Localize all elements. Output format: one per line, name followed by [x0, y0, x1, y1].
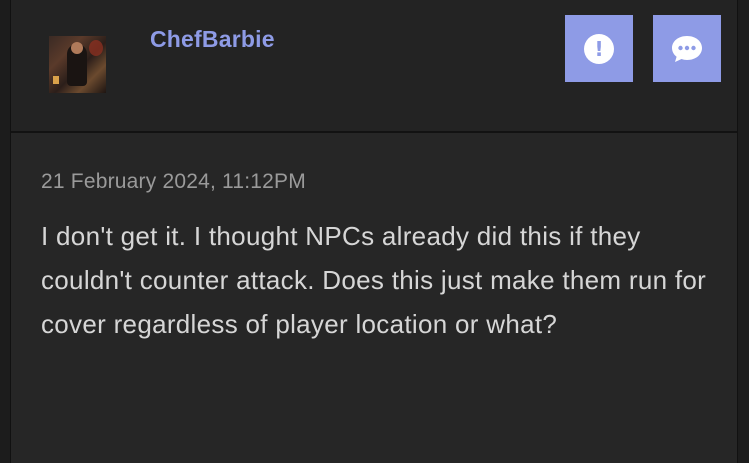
exclamation-icon: !	[584, 33, 614, 64]
reply-button[interactable]	[653, 15, 721, 82]
avatar-head	[71, 42, 83, 54]
post-timestamp: 21 February 2024, 11:12PM	[41, 170, 306, 193]
page-edge	[738, 0, 749, 463]
post-body: 21 February 2024, 11:12PM I don't get it…	[41, 170, 721, 346]
speech-bubble-icon	[672, 35, 702, 62]
post-header: ChefBarbie !	[11, 0, 737, 133]
avatar-background-detail	[89, 40, 103, 56]
username[interactable]: ChefBarbie	[150, 26, 275, 53]
post-message: I don't get it. I thought NPCs already d…	[41, 221, 707, 339]
avatar[interactable]	[49, 36, 106, 93]
comment-post: ChefBarbie ! 21 February 2024, 11:12PM I…	[10, 0, 738, 463]
avatar-light	[53, 76, 59, 84]
report-button[interactable]: !	[565, 15, 633, 82]
